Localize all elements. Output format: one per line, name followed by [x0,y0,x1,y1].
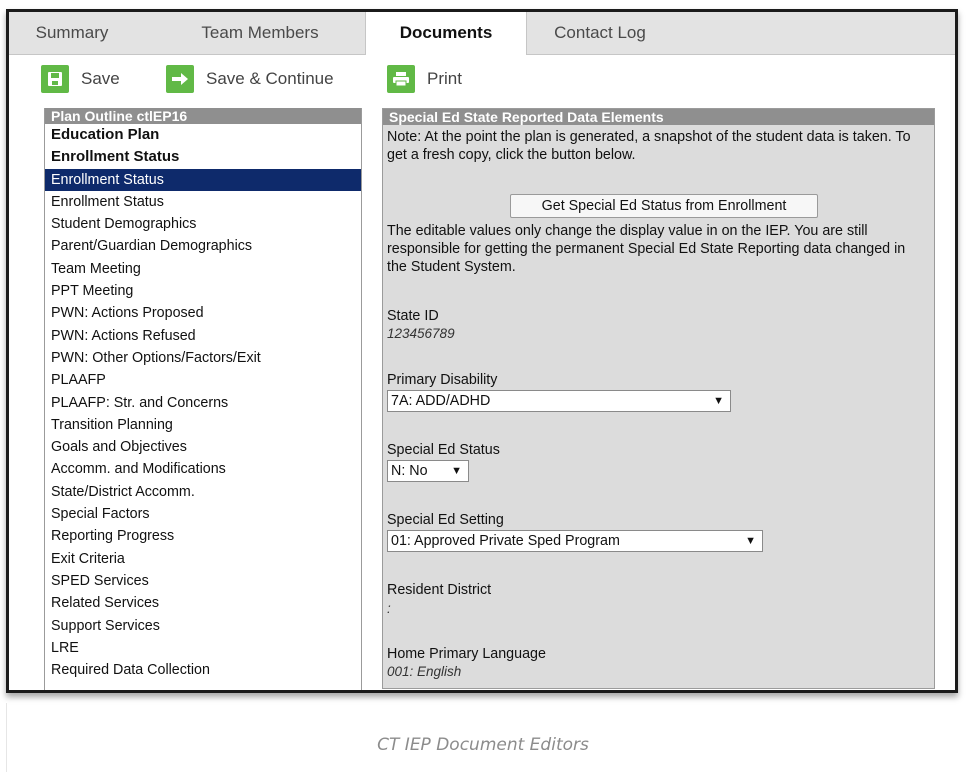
state-id-value: 123456789 [387,326,455,341]
outline-item[interactable]: Reporting Progress [45,525,361,547]
primary-disability-select[interactable]: 7A: ADD/ADHD ▼ [387,390,731,412]
save-label: Save [81,69,120,88]
outline-item[interactable]: State/District Accomm. [45,481,361,503]
sped-status-value: N: No [391,463,428,479]
arrow-right-icon [166,65,194,93]
main-content: Plan Outline ctlEP16 Education Plan Enro… [9,103,955,690]
outline-item[interactable]: Exit Criteria [45,548,361,570]
dropdown-arrow-icon: ▼ [713,395,724,407]
save-button[interactable]: Save [41,64,120,94]
home-language-label: Home Primary Language [387,646,546,662]
outline-item[interactable]: Enrollment Status [45,191,361,213]
save-icon [41,65,69,93]
primary-disability-value: 7A: ADD/ADHD [391,393,491,409]
outline-item[interactable]: Special Factors [45,503,361,525]
printer-icon [387,65,415,93]
outline-item[interactable]: PPT Meeting [45,280,361,302]
dropdown-arrow-icon: ▼ [451,465,462,477]
state-reported-panel: Special Ed State Reported Data Elements … [382,108,935,689]
outline-item[interactable]: Support Services [45,615,361,637]
resident-district-value: : [387,601,391,616]
sped-setting-value: 01: Approved Private Sped Program [391,533,620,549]
outline-title: Plan Outline ctlEP16 [45,108,361,124]
outline-item[interactable]: PLAAFP [45,369,361,391]
snapshot-note: Note: At the point the plan is generated… [387,129,911,163]
panel-title: Special Ed State Reported Data Elements [383,109,934,125]
toolbar: Save Save & Continue Print [9,55,955,103]
home-language-value: 001: English [387,664,462,679]
outline-item[interactable]: Related Services [45,592,361,614]
outline-item-selected[interactable]: Enrollment Status [45,168,361,191]
outline-item[interactable]: Transition Planning [45,414,361,436]
editable-note: The editable values only change the disp… [387,223,906,275]
resident-district-label: Resident District [387,582,492,598]
primary-disability-label: Primary Disability [387,372,498,388]
outline-item[interactable]: PWN: Actions Refused [45,325,361,347]
outline-item[interactable]: Parent/Guardian Demographics [45,235,361,257]
sped-status-label: Special Ed Status [387,442,500,458]
get-status-button[interactable]: Get Special Ed Status from Enrollment [510,194,818,218]
state-id-label: State ID [387,308,439,324]
tab-bar: Summary Team Members Documents Contact L… [9,12,955,55]
figure-caption: CT IEP Document Editors [377,735,589,755]
tab-documents[interactable]: Documents [365,12,527,55]
tab-team-members[interactable]: Team Members [179,12,341,54]
outline-item[interactable]: Accomm. and Modifications [45,458,361,480]
outline-item[interactable]: Required Data Collection [45,659,361,681]
outline-item[interactable]: LRE [45,637,361,659]
sped-setting-label: Special Ed Setting [387,512,504,528]
iep-editor-window: Summary Team Members Documents Contact L… [6,9,958,693]
outline-item[interactable]: Enrollment Status [45,146,361,168]
outline-item[interactable]: Student Demographics [45,213,361,235]
tab-contact-log[interactable]: Contact Log [541,12,659,54]
save-continue-label: Save & Continue [206,69,334,88]
outline-item[interactable]: PWN: Actions Proposed [45,302,361,324]
tab-summary[interactable]: Summary [9,12,135,54]
outline-item[interactable]: PLAAFP: Str. and Concerns [45,392,361,414]
dropdown-arrow-icon: ▼ [745,535,756,547]
sped-setting-select[interactable]: 01: Approved Private Sped Program ▼ [387,530,763,552]
outline-list: Education Plan Enrollment Status Enrollm… [45,124,361,681]
outline-item[interactable]: Education Plan [45,124,361,146]
plan-outline: Plan Outline ctlEP16 Education Plan Enro… [44,108,362,690]
outline-item[interactable]: SPED Services [45,570,361,592]
print-label: Print [427,69,462,88]
save-continue-button[interactable]: Save & Continue [166,64,334,94]
screenshot-frame: Summary Team Members Documents Contact L… [0,0,966,703]
print-button[interactable]: Print [387,64,462,94]
outline-item[interactable]: Team Meeting [45,258,361,280]
sped-status-select[interactable]: N: No ▼ [387,460,469,482]
outline-item[interactable]: PWN: Other Options/Factors/Exit [45,347,361,369]
outline-item[interactable]: Goals and Objectives [45,436,361,458]
